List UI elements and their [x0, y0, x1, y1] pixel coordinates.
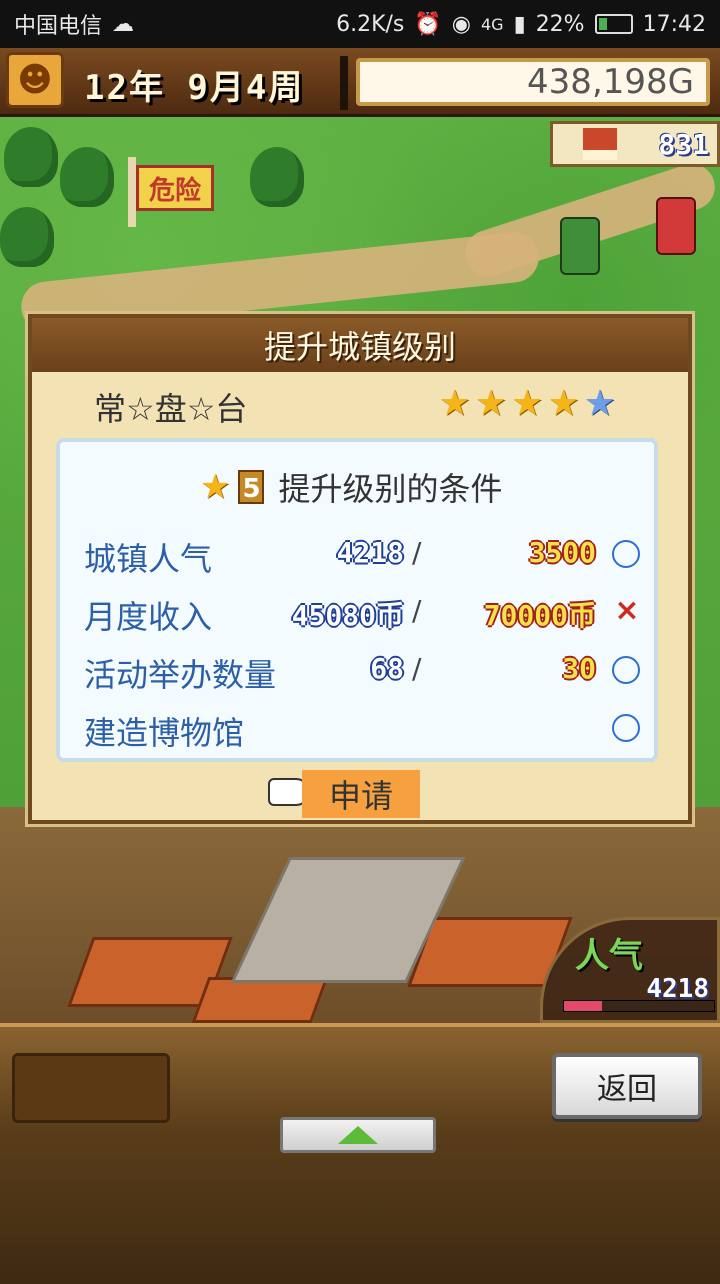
apply-row: 申请 [32, 770, 688, 820]
condition-label: 建造博物馆 [84, 714, 245, 752]
bottom-panel: 返回 [0, 1023, 720, 1284]
dialog-title: 提升城镇级别 [32, 318, 688, 372]
adventurer-sprite[interactable] [560, 217, 600, 275]
alarm-icon: ⏰ [414, 11, 442, 37]
signal-icon: ▮ [513, 11, 526, 37]
condition-row: 活动举办数量 68/ 30 [60, 646, 656, 696]
game-date: 12年 9月4周 [84, 68, 305, 108]
house-icon [583, 128, 617, 160]
tree [0, 207, 54, 267]
condition-required: 3500 [528, 536, 596, 569]
battery-percent: 22% [535, 11, 585, 37]
star-filled-icon: ★ [474, 383, 508, 424]
carrier-label: 中国电信 [14, 14, 103, 39]
danger-sign: 危险 [136, 165, 214, 211]
gold-display: 438,198G [356, 58, 710, 106]
condition-row: 城镇人气 4218/ 3500 [60, 530, 656, 580]
condition-met-icon [612, 656, 640, 684]
conditions-title: 提升级别的条件 [278, 470, 503, 508]
condition-label: 月度收入 [84, 598, 213, 636]
star-filled-icon: ★ [511, 383, 544, 424]
condition-current: 4218 [336, 536, 404, 569]
star-filled-icon: ★ [547, 383, 580, 424]
tree [60, 147, 114, 207]
town-name: 常☆盘☆台 [94, 390, 248, 428]
town-info-row: 常☆盘☆台 ★ ★ ★ ★ ★ [32, 372, 688, 436]
conditions-header: ★ 5 提升级别的条件 [200, 464, 503, 510]
empty-slot[interactable] [12, 1053, 170, 1123]
condition-current: 45080币 [291, 599, 404, 632]
condition-slash: / [412, 652, 422, 685]
condition-slash: / [412, 594, 422, 627]
star-empty-icon: ★ [583, 383, 616, 424]
conditions-panel: ★ 5 提升级别的条件 城镇人气 4218/3500 月度收入 45080币/7000… [56, 438, 658, 762]
clock: 17:42 [642, 11, 706, 37]
town-rating: ★ ★ ★ ★ ★ [439, 384, 616, 424]
back-button[interactable]: 返回 [552, 1053, 702, 1119]
condition-label: 活动举办数量 [84, 656, 277, 694]
eye-icon: ◉ [451, 11, 471, 37]
battery-icon [594, 14, 633, 34]
condition-row: 建造博物馆 [60, 704, 656, 754]
hud-divider [340, 56, 348, 110]
star-icon: ★ [200, 467, 231, 507]
popularity-label: 人气 [575, 936, 643, 976]
population-badge[interactable]: 831 [550, 121, 720, 167]
adventurer-sprite[interactable] [656, 197, 696, 255]
popularity-bar [563, 1000, 715, 1012]
condition-required: 30 [562, 652, 596, 685]
building-roof [191, 977, 329, 1023]
condition-row: 月度收入 45080币/ 70000币 × [60, 588, 656, 638]
top-hud: ☻ 12年 9月4周 438,198G [0, 48, 720, 117]
signal-label: 4G [481, 14, 504, 34]
condition-met-icon [612, 714, 640, 742]
sign-post [128, 157, 136, 227]
star-filled-icon: ★ [438, 383, 471, 424]
popularity-bar-fill [564, 1001, 602, 1011]
condition-label: 城镇人气 [84, 540, 213, 578]
pumpkin-icon[interactable]: ☻ [6, 52, 64, 108]
apply-button[interactable]: 申请 [302, 770, 420, 818]
condition-current: 68 [370, 652, 404, 685]
tree [250, 147, 304, 207]
town-level-dialog: 提升城镇级别 常☆盘☆台 ★ ★ ★ ★ ★ ★ 5 提升级别的条件 城镇人气 4218/… [28, 314, 692, 824]
condition-required: 70000币 [483, 599, 596, 632]
expand-up-button[interactable] [280, 1117, 436, 1153]
population-value: 831 [658, 127, 709, 161]
condition-unmet-icon: × [614, 593, 640, 628]
tree [4, 127, 58, 187]
up-arrow-icon [338, 1126, 378, 1144]
status-bar: 中国电信 ☁ 6.2K/s ⏰ ◉ 4G ▮ 22% 17:42 [0, 0, 720, 48]
net-speed: 6.2K/s [336, 11, 405, 37]
condition-slash: / [412, 536, 422, 569]
cloud-icon: ☁ [112, 11, 135, 37]
condition-met-icon [612, 540, 640, 568]
target-level: 5 [238, 470, 265, 504]
